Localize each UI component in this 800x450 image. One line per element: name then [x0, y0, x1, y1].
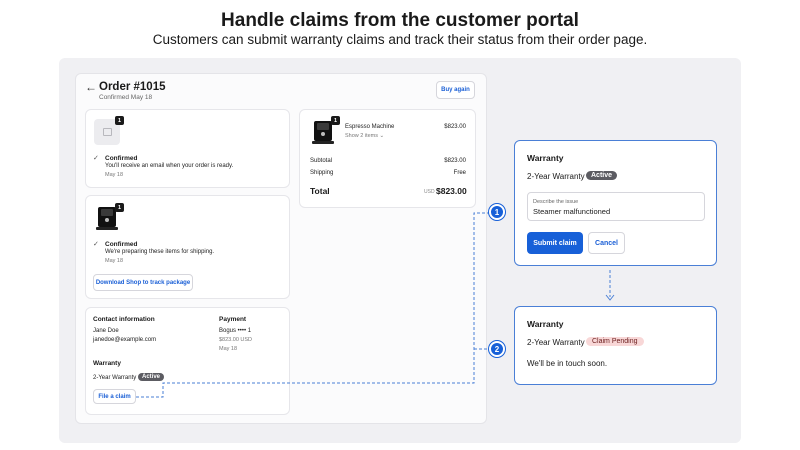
shipping-value: Free: [453, 170, 466, 176]
claim-status-title: Warranty: [527, 319, 564, 329]
shipment-date: May 18: [105, 258, 124, 264]
shipment-message: We're preparing these items for shipping…: [105, 249, 215, 255]
payment-date: May 18: [219, 346, 238, 352]
describe-issue-value: Steamer malfunctioned: [533, 207, 611, 216]
page-headline: Handle claims from the customer portal: [221, 10, 579, 31]
claim-status-warranty-name: 2-Year Warranty: [527, 338, 585, 347]
file-claim-button[interactable]: File a claim: [93, 389, 136, 404]
claim-form-warranty-name: 2-Year Warranty: [527, 172, 585, 181]
show-items-toggle[interactable]: Show 2 items ⌄: [345, 133, 384, 139]
page-subheadline: Customers can submit warranty claims and…: [152, 32, 648, 47]
shipment-date: May 18: [105, 172, 124, 178]
order-confirmed-date: Confirmed May 18: [99, 94, 153, 101]
total-value: $823.00: [436, 186, 467, 196]
download-shop-button[interactable]: Download Shop to track package: [93, 274, 193, 291]
shipping-label: Shipping: [310, 170, 334, 176]
customer-email: janedoe@example.com: [93, 337, 157, 343]
claim-pending-badge: Claim Pending: [586, 337, 644, 346]
quantity-badge: 1: [115, 116, 124, 125]
payment-amount: $823.00 USD: [219, 337, 253, 343]
shipment-message: You'll receive an email when your order …: [105, 163, 234, 169]
currency-code: USD: [424, 189, 435, 195]
check-icon: ✓: [93, 241, 99, 248]
quantity-badge: 1: [331, 116, 340, 125]
quantity-badge: 1: [115, 203, 124, 212]
claim-form-status-badge: Active: [586, 171, 618, 180]
claim-form-title: Warranty: [527, 153, 564, 163]
warranty-name: 2-Year Warranty: [93, 375, 137, 381]
contact-heading: Contact information: [93, 316, 155, 323]
shipment-status: Confirmed: [105, 155, 138, 162]
show-items-label: Show 2 items: [345, 133, 379, 139]
order-title: Order #1015: [99, 81, 166, 93]
back-arrow-icon[interactable]: ←: [85, 80, 97, 94]
buy-again-button[interactable]: Buy again: [436, 81, 475, 99]
subtotal-value: $823.00: [444, 158, 466, 164]
chevron-down-icon: ⌄: [379, 133, 385, 139]
payment-heading: Payment: [219, 316, 247, 323]
image-placeholder-icon: [102, 128, 112, 136]
warranty-status-badge: Active: [138, 373, 165, 381]
total-label: Total: [310, 186, 330, 196]
warranty-heading: Warranty: [93, 360, 121, 367]
check-icon: ✓: [93, 155, 99, 162]
describe-issue-label: Describe the issue: [533, 199, 579, 205]
subtotal-label: Subtotal: [310, 158, 333, 164]
claim-status-message: We'll be in touch soon.: [527, 359, 608, 368]
item-price: $823.00: [444, 124, 466, 130]
cancel-button[interactable]: Cancel: [588, 232, 625, 254]
step-marker-1: 1: [489, 204, 505, 220]
customer-name: Jane Doe: [93, 328, 119, 334]
item-name: Espresso Machine: [345, 124, 395, 130]
shipment-status: Confirmed: [105, 241, 138, 248]
step-marker-2: 2: [489, 341, 505, 357]
payment-card: Bogus •••• 1: [219, 328, 252, 334]
submit-claim-button[interactable]: Submit claim: [527, 232, 583, 254]
